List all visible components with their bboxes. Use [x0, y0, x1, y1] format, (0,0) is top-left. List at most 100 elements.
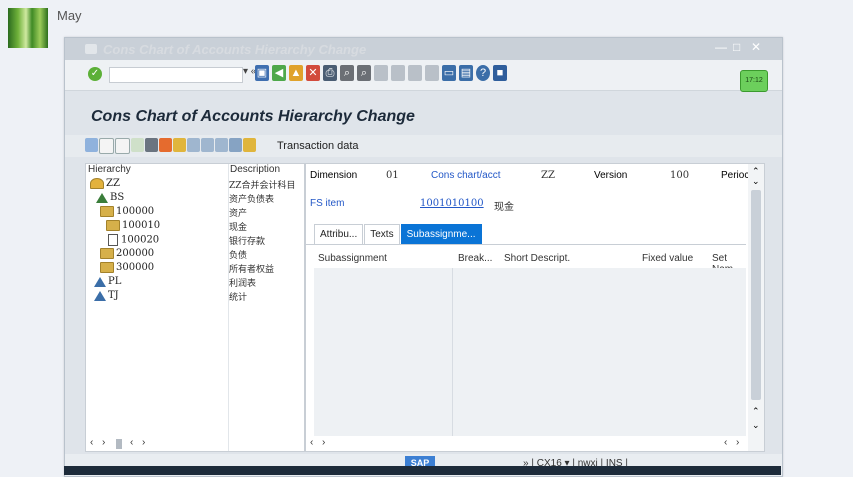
insert-icon[interactable]: [131, 138, 144, 152]
tree-row[interactable]: 100020 银行存款: [86, 234, 296, 248]
transport-icon[interactable]: [243, 138, 256, 152]
scroll-up-icon[interactable]: ⌃: [752, 406, 760, 417]
subtree-icon[interactable]: [215, 138, 228, 152]
tree-node-desc: 现金: [229, 223, 248, 233]
tab-subassignment[interactable]: Subassignme...: [400, 224, 482, 244]
first-page-icon[interactable]: [374, 65, 388, 81]
color-icon[interactable]: [159, 138, 172, 152]
hierarchy-node-icon: [96, 192, 108, 203]
chart-label: Cons chart/acct: [431, 170, 501, 181]
prev-page-icon[interactable]: [391, 65, 405, 81]
tree-node-label: 100010: [122, 220, 161, 231]
scroll-left-icon[interactable]: ‹: [130, 437, 133, 448]
help-icon[interactable]: ?: [476, 65, 490, 81]
exit-icon[interactable]: ▲: [289, 65, 303, 81]
hierarchy-column-header: Hierarchy: [88, 164, 131, 175]
period-label: Perioc: [721, 170, 750, 181]
copy-icon[interactable]: [115, 138, 130, 154]
last-page-icon[interactable]: [425, 65, 439, 81]
tree-row[interactable]: BS 资产负债表: [86, 192, 296, 206]
dimension-label: Dimension: [310, 170, 358, 181]
find-next-icon[interactable]: ⌕: [357, 65, 371, 81]
fs-item-value[interactable]: 1001010100: [420, 198, 484, 209]
close-button[interactable]: ✕: [751, 40, 761, 54]
minimize-button[interactable]: —: [715, 40, 727, 54]
sap-window: Cons Chart of Accounts Hierarchy Change …: [64, 37, 783, 477]
tree-row[interactable]: ZZ ZZ合并会计科目: [86, 178, 296, 192]
header-fields: Dimension 01 Cons chart/acct ZZ Version …: [306, 170, 750, 186]
collapse-icon[interactable]: [201, 138, 214, 152]
app-toolbar-icons: [85, 138, 256, 154]
lock-icon[interactable]: [173, 138, 186, 152]
col-subassignment[interactable]: Subassignment: [318, 253, 387, 264]
shortcut-icon[interactable]: ▤: [459, 65, 473, 81]
folder-icon: [106, 220, 120, 231]
find-icon[interactable]: ⌕: [340, 65, 354, 81]
scroll-down-icon[interactable]: ⌄: [752, 176, 760, 187]
transaction-data-button[interactable]: Transaction data: [277, 140, 359, 152]
tree-node-label: 100020: [121, 234, 160, 246]
maximize-button[interactable]: □: [733, 40, 740, 54]
scroll-thumb[interactable]: [751, 190, 761, 400]
chart-value: ZZ: [541, 170, 555, 181]
move-icon[interactable]: [229, 138, 242, 152]
clock-icon: 17:12: [740, 70, 768, 92]
window-title: Cons Chart of Accounts Hierarchy Change: [103, 42, 367, 57]
app-icon: [85, 44, 97, 54]
hierarchy-root-icon: [90, 178, 104, 189]
col-short-desc[interactable]: Short Descript.: [504, 253, 570, 264]
tree-node-desc: 利润表: [229, 279, 257, 289]
tree-horizontal-scrollbar[interactable]: ‹ › ‹ ›: [86, 437, 304, 451]
folder-icon: [100, 262, 114, 273]
document-icon: [108, 234, 118, 246]
print-icon[interactable]: ⎙: [323, 65, 337, 81]
create-icon[interactable]: [99, 138, 114, 154]
chat-sender-name: May: [57, 8, 82, 23]
expand-icon[interactable]: [187, 138, 200, 152]
detail-horizontal-scrollbar[interactable]: ‹ › ‹ ›: [306, 437, 746, 451]
col-break[interactable]: Break...: [458, 253, 492, 264]
scroll-left-icon[interactable]: ‹: [724, 437, 727, 448]
next-page-icon[interactable]: [408, 65, 422, 81]
enter-icon[interactable]: ✓: [88, 67, 102, 81]
scroll-down-icon[interactable]: ⌄: [752, 420, 760, 431]
scroll-right-icon[interactable]: ›: [322, 437, 325, 448]
scroll-right-icon[interactable]: ›: [102, 437, 105, 448]
save-icon[interactable]: ▣: [255, 65, 269, 81]
tree-node-label: 200000: [116, 248, 155, 259]
tree-node-desc: 资产: [229, 209, 248, 219]
command-field[interactable]: [109, 67, 243, 83]
scroll-left-icon[interactable]: ‹: [90, 437, 93, 448]
tree-row[interactable]: 100010 现金: [86, 220, 296, 234]
grid-body[interactable]: [314, 268, 746, 436]
titlebar: Cons Chart of Accounts Hierarchy Change …: [65, 38, 782, 60]
tree-node-desc: 负债: [229, 251, 248, 261]
folder-open-icon: [100, 206, 114, 217]
tree-row[interactable]: 200000 负债: [86, 248, 296, 262]
scroll-left-icon[interactable]: ‹: [310, 437, 313, 448]
dimension-value: 01: [386, 170, 399, 181]
tree-node-label: TJ: [108, 290, 119, 301]
scroll-right-icon[interactable]: ›: [142, 437, 145, 448]
new-session-icon[interactable]: ▭: [442, 65, 456, 81]
tree-row[interactable]: PL 利润表: [86, 276, 296, 290]
tree-row[interactable]: TJ 统计: [86, 290, 296, 304]
cancel-icon[interactable]: ✕: [306, 65, 320, 81]
tree-node-label: PL: [108, 276, 122, 287]
layout-icon[interactable]: ■: [493, 65, 507, 81]
splitter-handle[interactable]: [116, 439, 122, 449]
hierarchy-node-icon: [94, 290, 106, 301]
tab-attributes[interactable]: Attribu...: [314, 224, 364, 244]
folder-icon: [100, 248, 114, 259]
col-fixed-value[interactable]: Fixed value: [642, 253, 693, 264]
delete-icon[interactable]: [145, 138, 158, 152]
scroll-right-icon[interactable]: ›: [736, 437, 739, 448]
back-icon[interactable]: ◀: [272, 65, 286, 81]
tab-texts[interactable]: Texts: [364, 224, 400, 244]
tree-row[interactable]: 100000 资产: [86, 206, 296, 220]
display-change-icon[interactable]: [85, 138, 98, 152]
vertical-scrollbar[interactable]: ⌃ ⌄ ⌃ ⌄: [748, 164, 764, 451]
fs-item-label: FS item: [310, 198, 345, 209]
tree-node-desc: 资产负债表: [229, 195, 275, 205]
tree-row[interactable]: 300000 所有者权益: [86, 262, 296, 276]
